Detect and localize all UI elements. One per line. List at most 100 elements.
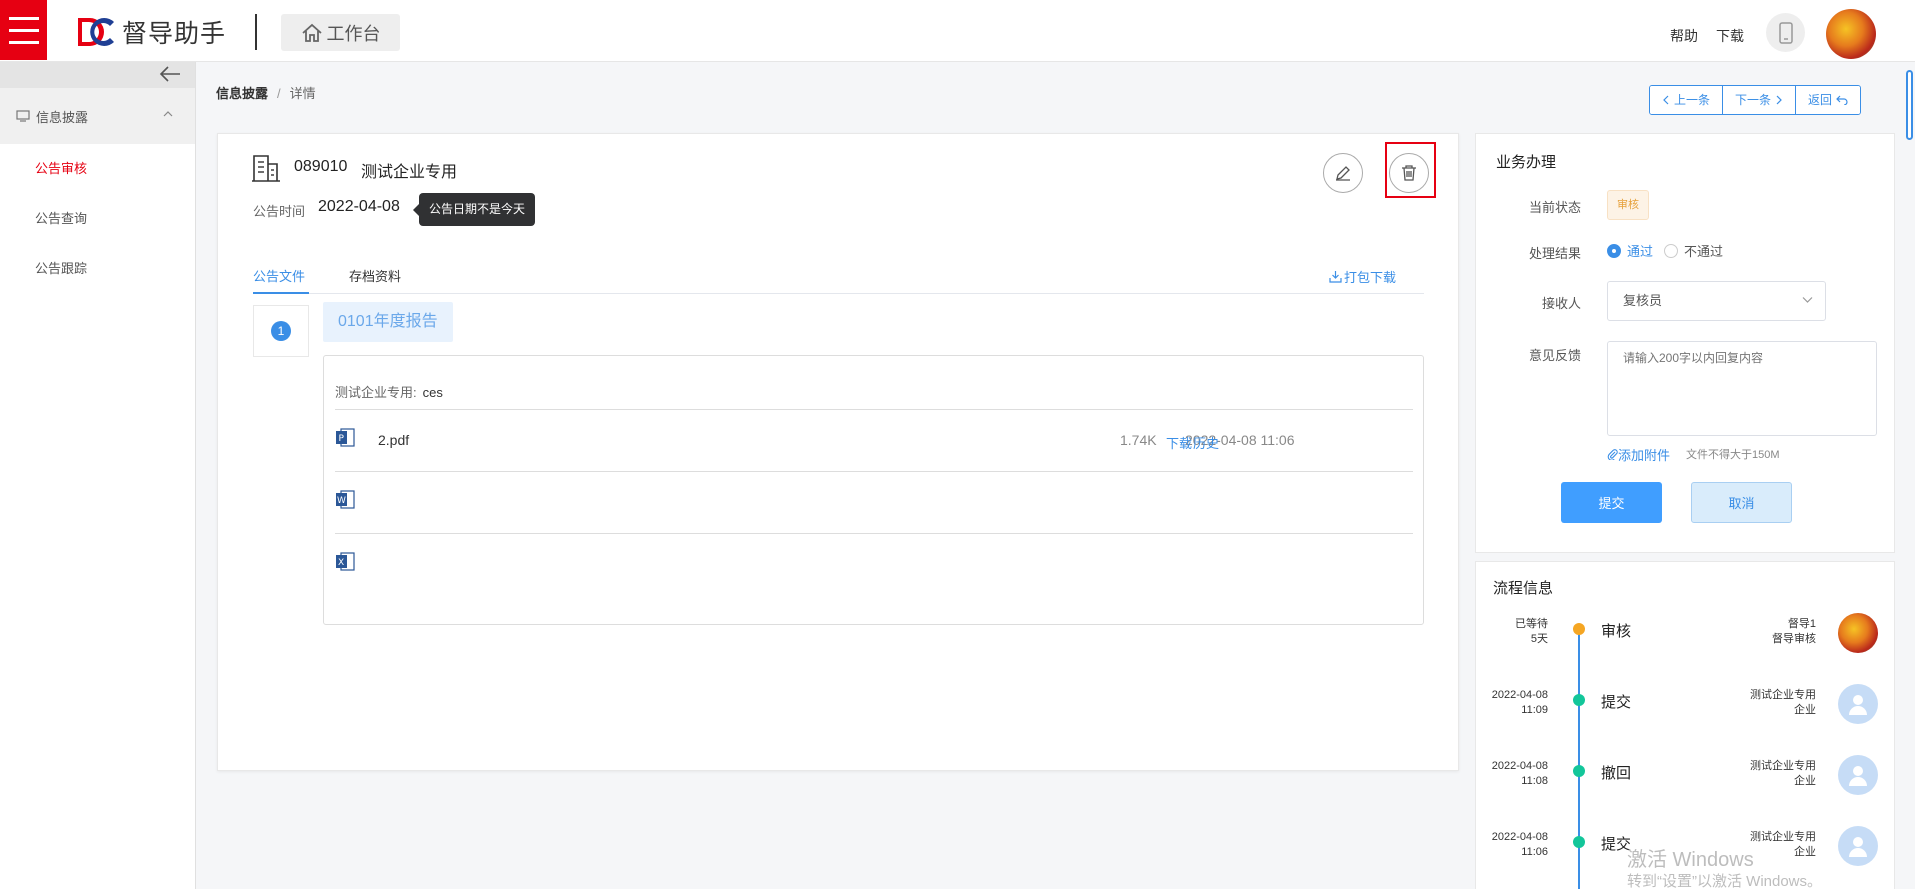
arrow-left-icon[interactable] — [159, 65, 181, 83]
pdf-file-icon: P — [336, 428, 355, 447]
help-link[interactable]: 帮助 — [1670, 26, 1698, 46]
file-description: 测试企业专用: ces — [335, 382, 443, 401]
edit-button[interactable] — [1323, 153, 1363, 193]
feedback-textarea[interactable] — [1607, 341, 1877, 436]
flow-panel: 流程信息 已等待 5天 审核 督导1 督导审核 2022-04-08 11:09 提交… — [1475, 561, 1895, 889]
prev-record-button[interactable]: 上一条 — [1650, 86, 1723, 114]
sidebar-group-disclosure[interactable]: 信息披露 — [0, 88, 195, 144]
flow-time: 已等待 5天 — [1515, 617, 1548, 647]
flow-time-line2: 11:09 — [1521, 704, 1548, 716]
flow-dot-done — [1573, 765, 1585, 777]
file-download-link[interactable]: 下载 — [1166, 433, 1192, 452]
flow-user-role: 督导审核 — [1772, 633, 1816, 645]
windows-activation-watermark: 激活 Windows — [1627, 849, 1754, 871]
user-icon — [1849, 695, 1867, 715]
add-attachment-link[interactable]: 添加附件 — [1607, 445, 1670, 464]
flow-time-line1: 已等待 — [1515, 618, 1548, 630]
svg-text:X: X — [338, 558, 344, 568]
workbench-button[interactable]: 工作台 — [281, 14, 400, 51]
delete-button[interactable] — [1389, 153, 1429, 193]
back-label: 返回 — [1808, 93, 1833, 107]
attachment-size-note: 文件不得大于150M — [1686, 449, 1780, 461]
back-button[interactable]: 返回 — [1795, 86, 1861, 114]
chevron-down-icon — [1802, 297, 1813, 303]
file-row: X — [335, 533, 1413, 595]
user-avatar[interactable] — [1826, 9, 1876, 59]
result-pass-radio[interactable]: 通过 — [1607, 241, 1653, 260]
sidebar-item-announcement-query[interactable]: 公告查询 — [0, 194, 195, 244]
flow-user-name: 督导1 — [1787, 618, 1816, 630]
sidebar-item-announcement-review[interactable]: 公告审核 — [0, 144, 195, 194]
file-row: W — [335, 471, 1413, 533]
result-pass-label: 通过 — [1627, 244, 1654, 259]
announcement-detail-card: 089010 测试企业专用 公告时间 2022-04-08 公告日期不是今天 公… — [217, 133, 1459, 771]
add-attachment-label: 添加附件 — [1618, 448, 1671, 463]
avatar — [1838, 755, 1878, 795]
active-tab-indicator — [253, 292, 309, 294]
mobile-button[interactable] — [1766, 13, 1805, 52]
flow-item: 2022-04-08 11:09 提交 测试企业专用 企业 — [1476, 684, 1896, 758]
pack-download-link[interactable]: 打包下载 — [1329, 267, 1396, 286]
monitor-icon — [16, 110, 30, 122]
receiver-select[interactable]: 复核员 — [1607, 281, 1826, 321]
radio-unchecked-icon — [1664, 243, 1678, 258]
sidebar-collapse-bar[interactable] — [0, 62, 195, 88]
flow-item: 2022-04-08 11:08 撤回 测试企业专用 企业 — [1476, 755, 1896, 829]
pack-download-label: 打包下载 — [1343, 270, 1396, 285]
svg-text:P: P — [339, 434, 345, 444]
avatar — [1838, 613, 1878, 653]
flow-dot-done — [1573, 694, 1585, 706]
flow-user-role: 企业 — [1794, 846, 1816, 858]
home-icon — [301, 23, 322, 42]
flow-user: 测试企业专用 企业 — [1750, 759, 1816, 789]
trash-icon — [1402, 165, 1416, 181]
flow-time-line1: 2022-04-08 — [1491, 760, 1548, 772]
tab-archive-materials[interactable]: 存档资料 — [349, 266, 401, 285]
flow-user-name: 测试企业专用 — [1750, 831, 1816, 843]
file-tabs: 公告文件 存档资料 打包下载 — [253, 262, 1424, 294]
chevron-left-icon — [1663, 95, 1669, 105]
flow-user: 督导1 督导审核 — [1772, 617, 1816, 647]
file-name[interactable]: 2.pdf — [378, 432, 409, 448]
result-fail-label: 不通过 — [1684, 244, 1724, 259]
receiver-value: 复核员 — [1623, 293, 1663, 308]
breadcrumb-root[interactable]: 信息披露 — [216, 86, 268, 101]
windows-activation-hint: 转到“设置”以激活 Windows。 — [1627, 873, 1823, 889]
next-record-label: 下一条 — [1735, 93, 1772, 107]
receiver-label: 接收人 — [1541, 296, 1581, 311]
prev-record-label: 上一条 — [1674, 93, 1711, 107]
paperclip-icon — [1607, 449, 1618, 461]
workbench-label: 工作台 — [326, 23, 381, 44]
cancel-button[interactable]: 取消 — [1691, 482, 1792, 523]
flow-user: 测试企业专用企业 — [1750, 830, 1816, 860]
chevron-right-icon — [1776, 95, 1782, 105]
announce-date: 2022-04-08 — [318, 198, 400, 215]
flow-user-name: 测试企业专用 — [1750, 689, 1816, 701]
sidebar-item-announcement-tracking[interactable]: 公告跟踪 — [0, 244, 195, 294]
file-history-link[interactable]: 历史 — [1193, 433, 1219, 452]
breadcrumb-current: 详情 — [289, 86, 316, 101]
scrollbar-thumb[interactable] — [1906, 70, 1913, 140]
submit-button[interactable]: 提交 — [1561, 482, 1662, 523]
download-icon — [1329, 271, 1342, 283]
flow-user-role: 企业 — [1794, 775, 1816, 787]
file-size: 1.74K — [1120, 432, 1157, 448]
chevron-up-icon — [163, 111, 173, 117]
next-record-button[interactable]: 下一条 — [1722, 86, 1796, 114]
download-link[interactable]: 下载 — [1716, 26, 1744, 46]
report-title-chip[interactable]: 0101年度报告 — [323, 302, 453, 342]
date-warning-tooltip: 公告日期不是今天 — [412, 193, 536, 226]
status-label: 当前状态 — [1528, 200, 1581, 215]
excel-file-icon: X — [336, 552, 355, 571]
flow-action: 提交 — [1601, 694, 1632, 711]
top-header: 督导助手 工作台 帮助 下载 — [0, 0, 1915, 62]
header-divider — [255, 14, 257, 50]
file-description-value: ces — [422, 385, 443, 400]
menu-toggle-button[interactable] — [0, 0, 47, 60]
breadcrumb: 信息披露 / 详情 — [216, 83, 316, 102]
result-fail-radio[interactable]: 不通过 — [1664, 241, 1723, 260]
tab-announcement-files[interactable]: 公告文件 — [253, 266, 305, 285]
app-logo-icon — [74, 14, 118, 50]
avatar — [1838, 826, 1878, 866]
result-label: 处理结果 — [1528, 246, 1581, 261]
